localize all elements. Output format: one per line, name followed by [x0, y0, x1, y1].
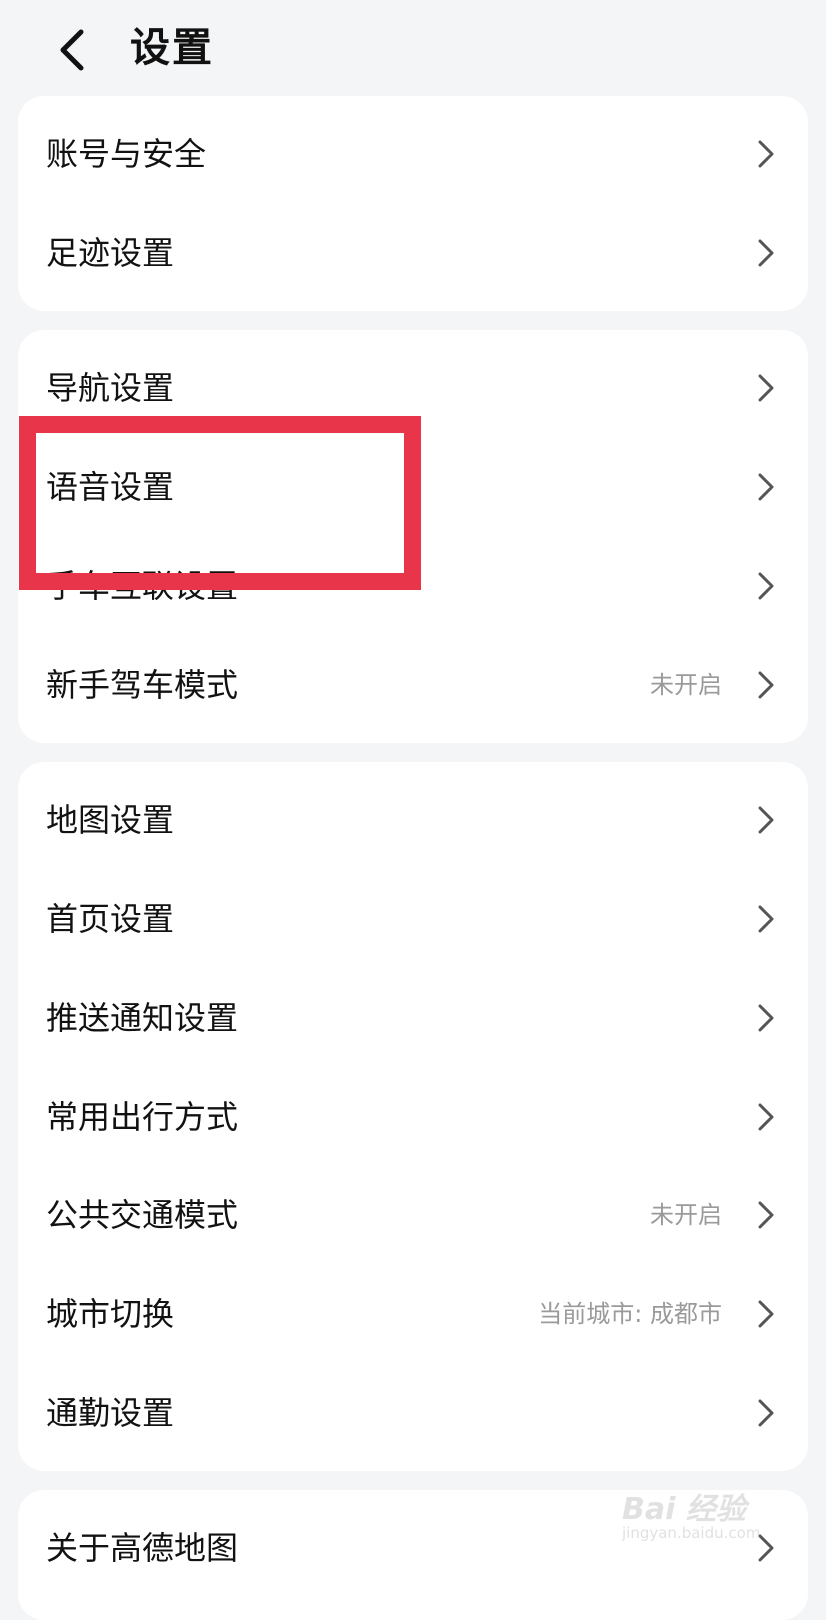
- chevron-right-icon: [758, 572, 774, 600]
- chevron-right-icon: [758, 806, 774, 834]
- row-status-value: 未开启: [650, 1201, 722, 1229]
- page-title: 设置: [130, 25, 214, 71]
- row-label: 首页设置: [46, 900, 175, 938]
- chevron-right-icon: [758, 1399, 774, 1427]
- settings-row-account-security[interactable]: 账号与安全: [18, 104, 808, 204]
- chevron-left-icon: [60, 29, 84, 71]
- chevron-right-icon: [758, 1103, 774, 1131]
- back-button[interactable]: [40, 18, 104, 82]
- chevron-right-icon: [758, 1201, 774, 1229]
- settings-row-homepage[interactable]: 首页设置: [18, 869, 808, 969]
- header: 设置: [0, 0, 826, 96]
- row-label: 关于高德地图: [46, 1529, 239, 1567]
- chevron-right-icon: [758, 1004, 774, 1032]
- chevron-right-icon: [758, 671, 774, 699]
- chevron-right-icon: [758, 473, 774, 501]
- row-label: 地图设置: [46, 801, 175, 839]
- settings-group-about: 关于高德地图: [18, 1490, 808, 1620]
- row-label: 手车互联设置: [46, 567, 239, 605]
- settings-row-public-transit[interactable]: 公共交通模式 未开启: [18, 1165, 808, 1265]
- settings-row-novice-driving[interactable]: 新手驾车模式 未开启: [18, 635, 808, 735]
- settings-row-map[interactable]: 地图设置: [18, 770, 808, 870]
- row-label: 足迹设置: [46, 234, 175, 272]
- row-label: 语音设置: [46, 468, 175, 506]
- row-label: 通勤设置: [46, 1394, 175, 1432]
- row-label: 城市切换: [46, 1295, 175, 1333]
- row-label: 账号与安全: [46, 135, 207, 173]
- settings-row-city-switch[interactable]: 城市切换 当前城市: 成都市: [18, 1264, 808, 1364]
- settings-row-voice[interactable]: 语音设置: [18, 437, 808, 537]
- settings-row-footprint[interactable]: 足迹设置: [18, 203, 808, 303]
- settings-row-push-notification[interactable]: 推送通知设置: [18, 968, 808, 1068]
- settings-row-about[interactable]: 关于高德地图: [18, 1498, 808, 1598]
- row-label: 推送通知设置: [46, 999, 239, 1037]
- settings-row-navigation[interactable]: 导航设置: [18, 338, 808, 438]
- current-city-value: 当前城市: 成都市: [538, 1300, 722, 1328]
- chevron-right-icon: [758, 1300, 774, 1328]
- settings-row-car-connect[interactable]: 手车互联设置: [18, 536, 808, 636]
- settings-row-travel-mode[interactable]: 常用出行方式: [18, 1067, 808, 1167]
- settings-group-navigation: 导航设置 语音设置 手车互联设置 新手驾车模式 未开启: [18, 330, 808, 743]
- row-label: 常用出行方式: [46, 1098, 239, 1136]
- row-label: 新手驾车模式: [46, 666, 239, 704]
- chevron-right-icon: [758, 905, 774, 933]
- row-label: 导航设置: [46, 369, 175, 407]
- chevron-right-icon: [758, 374, 774, 402]
- settings-group-map: 地图设置 首页设置 推送通知设置 常用出行方式 公共交通模式 未开启 城市切换 …: [18, 762, 808, 1471]
- row-label: 公共交通模式: [46, 1196, 239, 1234]
- chevron-right-icon: [758, 239, 774, 267]
- chevron-right-icon: [758, 140, 774, 168]
- chevron-right-icon: [758, 1534, 774, 1562]
- settings-group-account: 账号与安全 足迹设置: [18, 96, 808, 311]
- settings-row-commute[interactable]: 通勤设置: [18, 1363, 808, 1463]
- row-status-value: 未开启: [650, 671, 722, 699]
